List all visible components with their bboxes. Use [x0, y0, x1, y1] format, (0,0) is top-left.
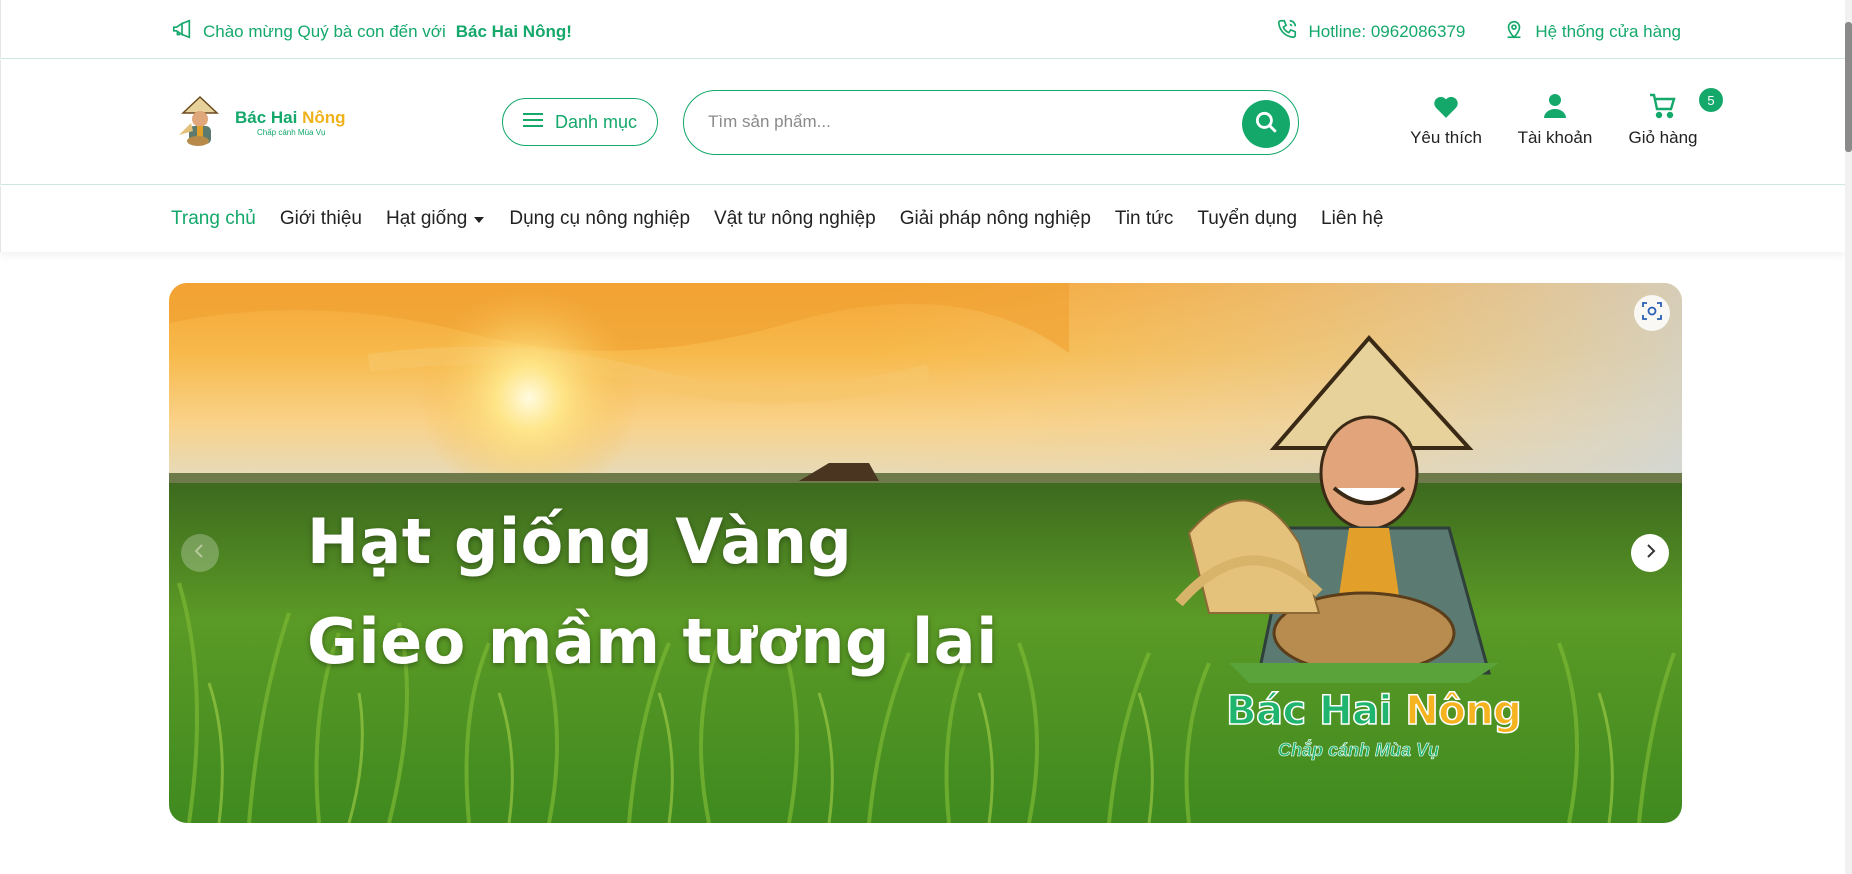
wishlist-button[interactable]: Yêu thích — [1391, 90, 1501, 148]
chevron-right-icon — [1643, 543, 1657, 563]
visual-search-button[interactable] — [1634, 295, 1670, 331]
store-system-link[interactable]: Hệ thống cửa hàng — [1503, 18, 1681, 45]
top-bar: Chào mừng Quý bà con đến với Bác Hai Nôn… — [0, 0, 1845, 59]
heart-icon — [1433, 95, 1459, 124]
nav-item-home[interactable]: Trang chủ — [171, 208, 256, 230]
logo-name-accent: Nông — [302, 107, 346, 127]
category-menu-button[interactable]: Danh mục — [502, 98, 658, 146]
wishlist-label: Yêu thích — [1410, 128, 1482, 147]
nav-item-tools[interactable]: Dụng cụ nông nghiệp — [509, 208, 690, 230]
chevron-left-icon — [193, 543, 207, 563]
logo-tagline: Chấp cánh Mùa Vụ — [257, 127, 326, 137]
banner-brand-name: Bác Hai Nông — [1225, 687, 1522, 735]
banner-next-button[interactable] — [1631, 534, 1669, 572]
welcome-text: Chào mừng Quý bà con đến với — [203, 21, 446, 41]
cart-icon — [1649, 93, 1677, 124]
banner-brand-tagline: Chắp cánh Mùa Vụ — [1278, 740, 1440, 761]
banner-prev-button[interactable] — [181, 534, 219, 572]
welcome-message: Chào mừng Quý bà con đến với Bác Hai Nôn… — [171, 18, 572, 45]
location-pin-icon — [1503, 18, 1525, 45]
nav-item-solutions[interactable]: Giải pháp nông nghiệp — [900, 208, 1091, 230]
main-header: Bác Hai Nông Chấp cánh Mùa Vụ Danh mục Y… — [0, 60, 1845, 185]
store-system-text: Hệ thống cửa hàng — [1535, 21, 1681, 41]
category-menu-label: Danh mục — [554, 111, 638, 132]
nav-item-supplies[interactable]: Vật tư nông nghiệp — [714, 208, 876, 230]
logo-name-main: Bác Hai — [235, 107, 298, 127]
banner-headline-line1: Hạt giống Vàng — [307, 505, 853, 578]
nav-item-about[interactable]: Giới thiệu — [280, 208, 362, 230]
site-logo[interactable]: Bác Hai Nông Chấp cánh Mùa Vụ — [171, 92, 356, 152]
nav-item-contact[interactable]: Liên hệ — [1321, 208, 1383, 230]
hero-banner: Hạt giống Vàng Gieo mầm tương lai Bác Ha… — [169, 283, 1682, 823]
nav-item-seeds[interactable]: Hạt giống — [386, 208, 485, 230]
page-scrollbar[interactable] — [1845, 0, 1852, 874]
farmer-logo-icon — [171, 93, 229, 151]
hamburger-icon — [522, 112, 543, 133]
banner-brand-accent: Nông — [1404, 687, 1522, 735]
search-input[interactable] — [708, 91, 1208, 153]
scrollbar-thumb[interactable] — [1845, 22, 1852, 152]
lens-scan-icon — [1642, 301, 1662, 326]
nav-item-careers[interactable]: Tuyển dụng — [1197, 208, 1297, 230]
nav-item-news[interactable]: Tin tức — [1115, 208, 1173, 230]
megaphone-icon — [171, 18, 193, 45]
search-button[interactable] — [1242, 100, 1290, 148]
user-icon — [1543, 93, 1567, 124]
nav-item-seeds-label: Hạt giống — [386, 208, 468, 229]
caret-down-icon — [473, 208, 485, 230]
banner-brand-main: Bác Hai — [1225, 687, 1393, 735]
cart-button[interactable]: Giỏ hàng 5 — [1609, 88, 1723, 148]
welcome-brand: Bác Hai Nông! — [455, 21, 572, 41]
search-bar — [683, 90, 1299, 155]
account-label: Tài khoản — [1517, 128, 1593, 147]
search-icon — [1253, 109, 1279, 140]
cart-count-badge: 5 — [1699, 88, 1723, 112]
hotline-text: Hotline: 0962086379 — [1308, 21, 1466, 41]
main-navigation: Trang chủ Giới thiệu Hạt giống Dụng cụ n… — [0, 186, 1845, 252]
hotline-link[interactable]: Hotline: 0962086379 — [1276, 18, 1465, 45]
cart-label: Giỏ hàng — [1628, 128, 1698, 147]
account-button[interactable]: Tài khoản — [1501, 90, 1609, 148]
phone-icon — [1276, 18, 1298, 45]
banner-headline-line2: Gieo mầm tương lai — [307, 605, 998, 678]
